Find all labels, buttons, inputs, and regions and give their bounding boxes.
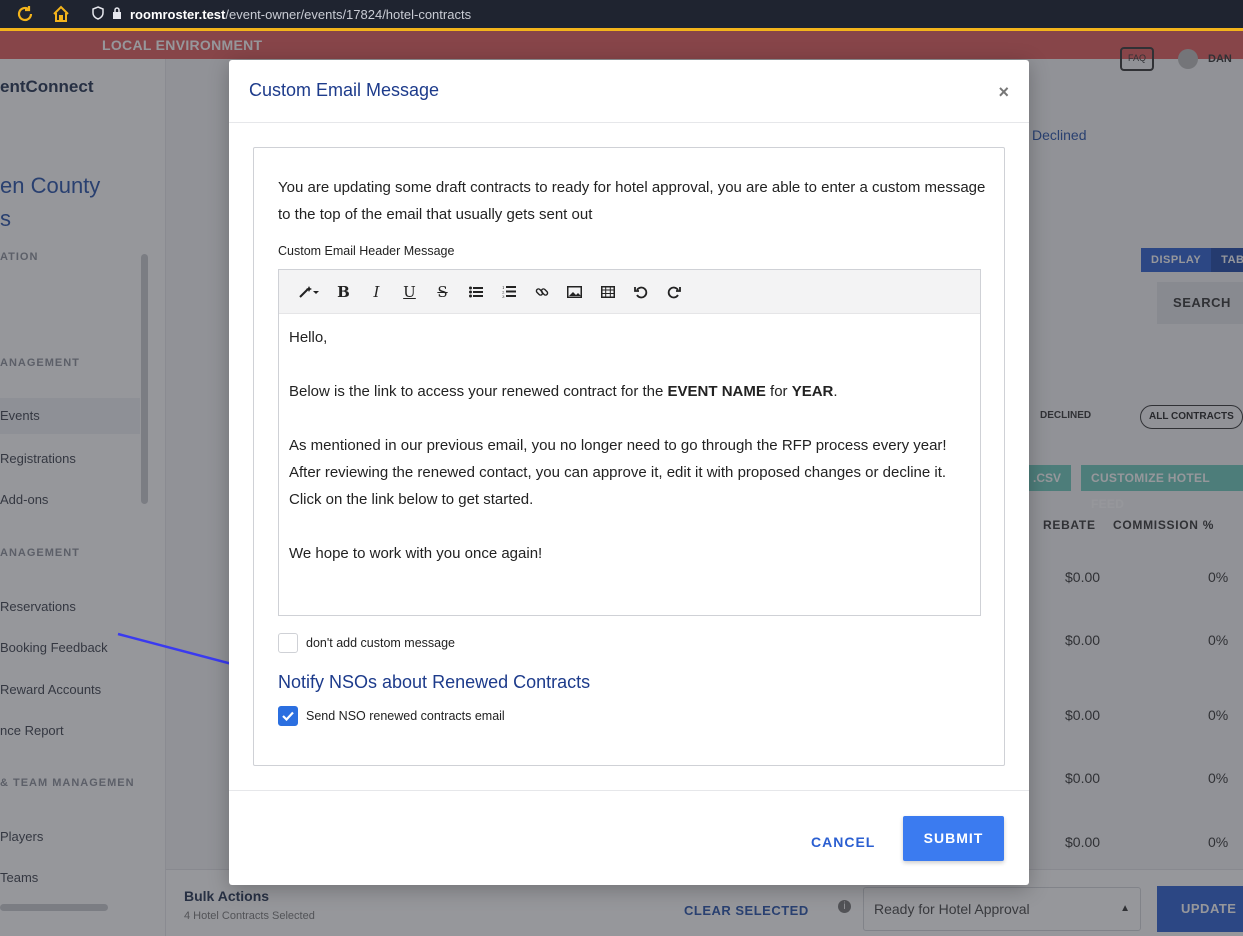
table-icon[interactable]: [591, 278, 624, 306]
numbered-list-icon[interactable]: 123: [492, 278, 525, 306]
address-bar[interactable]: roomroster.test/event-owner/events/17824…: [92, 5, 472, 23]
browser-toolbar: roomroster.test/event-owner/events/17824…: [0, 0, 1243, 31]
undo-icon[interactable]: [624, 278, 657, 306]
reload-icon[interactable]: [14, 3, 36, 25]
url-path: /event-owner/events/17824/hotel-contract…: [225, 6, 472, 22]
editor-paragraph: As mentioned in our previous email, you …: [289, 437, 947, 508]
bullet-list-icon[interactable]: [459, 278, 492, 306]
url-host: roomroster.test: [130, 6, 226, 22]
redo-icon[interactable]: [657, 278, 690, 306]
italic-icon[interactable]: I: [360, 278, 393, 306]
nso-email-checkbox[interactable]: [278, 706, 298, 726]
image-icon[interactable]: [558, 278, 591, 306]
email-header-label: Custom Email Header Message: [278, 244, 455, 258]
no-custom-message-label: don't add custom message: [306, 636, 455, 650]
message-panel: You are updating some draft contracts to…: [253, 147, 1005, 766]
shield-icon: [92, 5, 104, 23]
strikethrough-icon[interactable]: S: [426, 278, 459, 306]
nso-email-label: Send NSO renewed contracts email: [306, 709, 505, 723]
modal-header: Custom Email Message ×: [229, 60, 1029, 123]
editor-content[interactable]: Hello, Below is the link to access your …: [289, 324, 969, 594]
no-custom-message-row[interactable]: don't add custom message: [278, 633, 455, 653]
submit-button[interactable]: SUBMIT: [903, 816, 1004, 861]
modal-footer: CANCEL SUBMIT: [229, 790, 1029, 885]
checkmark-icon: [282, 711, 294, 721]
svg-text:3: 3: [502, 294, 505, 298]
editor-toolbar: B I U S 123: [279, 270, 980, 314]
underline-icon[interactable]: U: [393, 278, 426, 306]
rich-text-editor[interactable]: B I U S 123 Hello, Below is the link to …: [278, 269, 981, 616]
nso-email-row[interactable]: Send NSO renewed contracts email: [278, 706, 505, 726]
cancel-button[interactable]: CANCEL: [811, 834, 875, 850]
nso-section-heading: Notify NSOs about Renewed Contracts: [278, 672, 591, 692]
intro-text: You are updating some draft contracts to…: [278, 179, 986, 223]
bold-icon[interactable]: B: [327, 278, 360, 306]
modal-title: Custom Email Message: [249, 80, 440, 100]
link-icon[interactable]: [525, 278, 558, 306]
close-icon[interactable]: ×: [998, 82, 1009, 103]
editor-greeting: Hello,: [289, 329, 328, 346]
custom-email-modal: Custom Email Message × You are updating …: [229, 60, 1029, 885]
magic-wand-icon[interactable]: [291, 278, 327, 306]
editor-closing: We hope to work with you once again!: [289, 545, 543, 562]
lock-icon: [112, 6, 122, 22]
no-custom-message-checkbox[interactable]: [278, 633, 298, 653]
home-icon[interactable]: [50, 3, 72, 25]
editor-line-link: Below is the link to access your renewed…: [289, 383, 838, 400]
